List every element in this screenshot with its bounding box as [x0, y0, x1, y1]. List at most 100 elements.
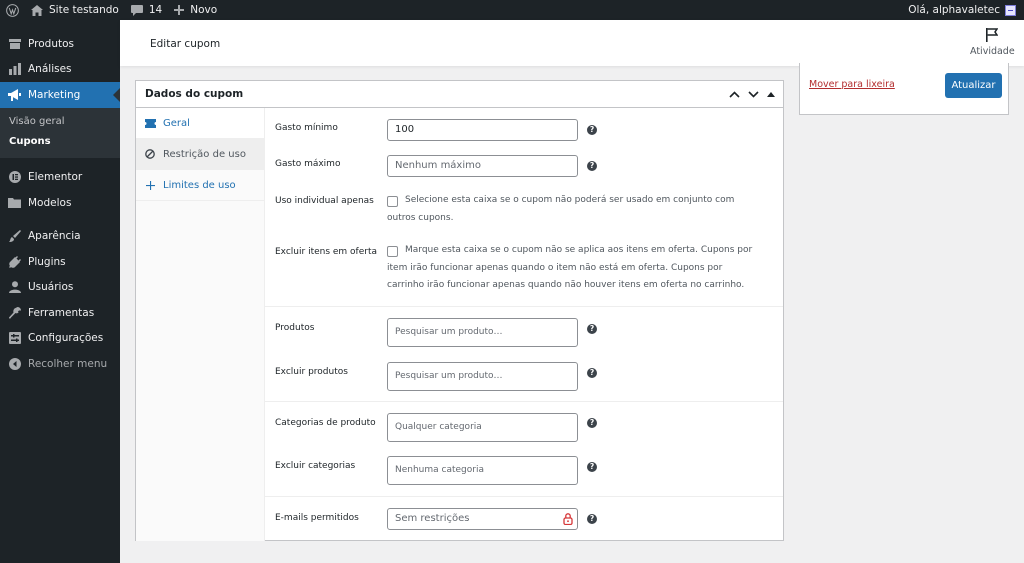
- panel-title: Dados do cupom: [145, 88, 244, 100]
- new-content-link[interactable]: Novo: [168, 0, 223, 20]
- page-title: Editar cupom: [150, 38, 221, 50]
- tab-label: Geral: [163, 117, 190, 129]
- password-manager-icon[interactable]: [563, 513, 573, 533]
- move-to-trash-link[interactable]: Mover para lixeira: [809, 79, 895, 90]
- sidebar-item-label: Ferramentas: [28, 306, 95, 319]
- admin-sidebar: Produtos Análises Marketing Visão geral …: [0, 20, 120, 563]
- activity-button[interactable]: Atividade: [970, 28, 1015, 57]
- site-name-link[interactable]: Site testando: [25, 0, 125, 20]
- megaphone-icon: [8, 88, 21, 101]
- sidebar-item-label: Análises: [28, 63, 72, 76]
- tab-geral[interactable]: Geral: [136, 108, 264, 139]
- section-divider: [265, 496, 783, 497]
- min-spend-input[interactable]: 100: [387, 119, 578, 141]
- min-spend-label: Gasto mínimo: [275, 123, 338, 133]
- move-down-icon[interactable]: [748, 90, 759, 98]
- ticket-icon: [144, 118, 156, 128]
- help-icon[interactable]: ?: [587, 161, 597, 171]
- wrench-icon: [8, 306, 21, 319]
- comment-icon: [130, 4, 143, 16]
- sidebar-item-label: Aparência: [28, 230, 81, 243]
- sidebar-item-modelos[interactable]: Modelos: [0, 190, 120, 216]
- avatar: [1005, 4, 1016, 16]
- sidebar-item-label: Usuários: [28, 281, 74, 294]
- collapse-menu-label: Recolher menu: [28, 357, 108, 370]
- sidebar-item-label: Elementor: [28, 171, 83, 184]
- paintbrush-icon: [8, 230, 21, 243]
- max-spend-input[interactable]: Nenhum máximo: [387, 155, 578, 177]
- exclude-sale-description: Marque esta caixa se o cupom não se apli…: [387, 245, 753, 290]
- tab-limites-de-uso[interactable]: Limites de uso: [136, 170, 264, 201]
- sidebar-item-label: Marketing: [28, 88, 81, 101]
- current-menu-arrow: [113, 88, 120, 102]
- categories-input[interactable]: Qualquer categoria: [387, 413, 578, 442]
- section-divider: [265, 401, 783, 402]
- section-divider: [265, 306, 783, 307]
- help-icon[interactable]: ?: [587, 462, 597, 472]
- sidebar-item-ferramentas[interactable]: Ferramentas: [0, 300, 120, 326]
- allowed-emails-label: E-mails permitidos: [275, 513, 359, 523]
- elementor-icon: [8, 171, 21, 184]
- exclude-products-label: Excluir produtos: [275, 367, 348, 377]
- sidebar-item-usuarios[interactable]: Usuários: [0, 275, 120, 301]
- sidebar-item-label: Produtos: [28, 37, 74, 50]
- sidebar-item-plugins[interactable]: Plugins: [0, 249, 120, 275]
- update-button[interactable]: Atualizar: [945, 73, 1002, 98]
- exclude-sale-label: Excluir itens em oferta: [275, 247, 378, 257]
- help-icon[interactable]: ?: [587, 125, 597, 135]
- individual-use-description: Selecione esta caixa se o cupom não pode…: [387, 195, 735, 223]
- help-icon[interactable]: ?: [587, 514, 597, 524]
- submenu-item-visao-geral[interactable]: Visão geral: [0, 112, 120, 132]
- publish-box: Mover para lixeira Atualizar: [799, 63, 1009, 115]
- sidebar-item-analises[interactable]: Análises: [0, 57, 120, 83]
- help-icon[interactable]: ?: [587, 324, 597, 334]
- account-menu[interactable]: Olá, alphavaletec: [908, 4, 1024, 16]
- user-icon: [8, 281, 21, 294]
- box-icon: [8, 37, 21, 50]
- allowed-emails-placeholder: Sem restrições: [395, 513, 470, 524]
- exclude-categories-input[interactable]: Nenhuma categoria: [387, 456, 578, 485]
- sidebar-item-label: Modelos: [28, 196, 72, 209]
- sidebar-item-produtos[interactable]: Produtos: [0, 31, 120, 57]
- flag-icon: [970, 28, 1014, 42]
- sidebar-item-label: Plugins: [28, 255, 66, 268]
- admin-bar: Site testando 14 Novo Olá, alphavaletec: [0, 0, 1024, 20]
- sidebar-item-elementor[interactable]: Elementor: [0, 165, 120, 191]
- sidebar-item-marketing[interactable]: Marketing: [0, 82, 120, 108]
- site-name: Site testando: [49, 4, 119, 16]
- help-icon[interactable]: ?: [587, 368, 597, 378]
- categories-label: Categorias de produto: [275, 418, 376, 428]
- collapse-toggle-icon[interactable]: [767, 91, 775, 97]
- sidebar-item-aparencia[interactable]: Aparência: [0, 224, 120, 250]
- block-icon: [144, 149, 156, 159]
- greeting: Olá, alphavaletec: [908, 4, 1000, 16]
- tab-label: Restrição de uso: [163, 148, 246, 160]
- panel-header: Dados do cupom: [136, 81, 783, 108]
- comments-link[interactable]: 14: [125, 0, 168, 20]
- tab-restricao-de-uso[interactable]: Restrição de uso: [136, 139, 264, 170]
- allowed-emails-input[interactable]: Sem restrições: [387, 508, 578, 530]
- exclude-products-search-input[interactable]: Pesquisar um produto…: [387, 362, 578, 391]
- sidebar-item-label: Configurações: [28, 332, 104, 345]
- products-search-input[interactable]: Pesquisar um produto…: [387, 318, 578, 347]
- max-spend-label: Gasto máximo: [275, 159, 341, 169]
- collapse-menu-button[interactable]: Recolher menu: [0, 351, 120, 377]
- exclude-categories-label: Excluir categorias: [275, 461, 356, 471]
- home-icon: [31, 4, 43, 16]
- move-up-icon[interactable]: [729, 90, 740, 98]
- collapse-arrow-icon: [8, 357, 21, 370]
- wordpress-logo-icon[interactable]: [0, 0, 25, 20]
- plus-icon: [144, 180, 156, 190]
- folder-icon: [8, 196, 21, 209]
- activity-label: Atividade: [970, 46, 1015, 57]
- tab-label: Limites de uso: [163, 179, 236, 191]
- submenu-item-cupons[interactable]: Cupons: [0, 132, 120, 152]
- plus-icon: [174, 5, 185, 15]
- coupon-data-panel: Dados do cupom Geral Restrição de uso Li…: [135, 80, 784, 541]
- products-label: Produtos: [275, 323, 315, 333]
- help-icon[interactable]: ?: [587, 418, 597, 428]
- panel-controls: [729, 90, 783, 98]
- sidebar-item-configuracoes[interactable]: Configurações: [0, 326, 120, 352]
